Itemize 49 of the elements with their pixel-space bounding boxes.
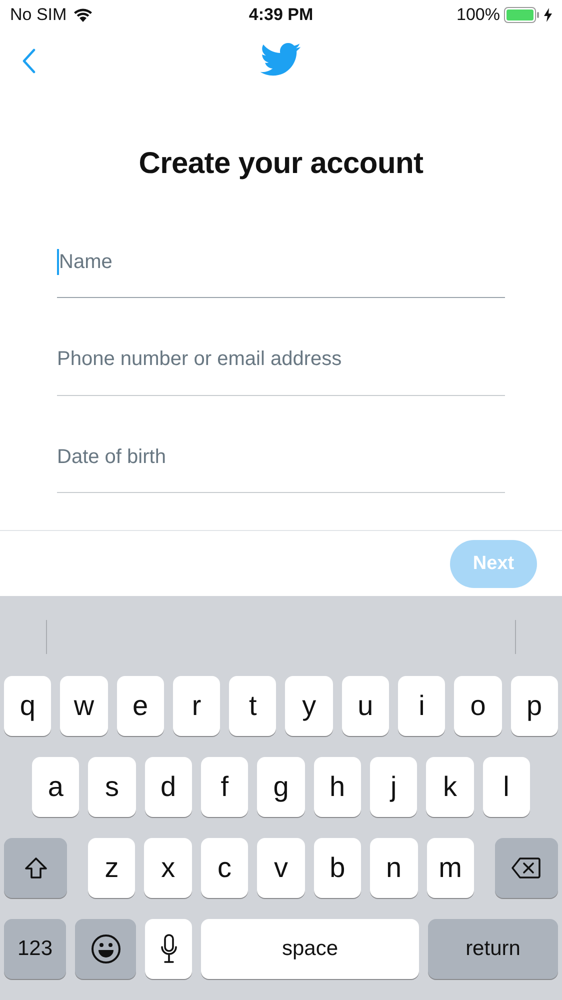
letter-key[interactable]: c <box>200 838 248 898</box>
space-key[interactable]: space <box>201 919 419 979</box>
letter-key[interactable]: y <box>285 676 333 736</box>
letter-key[interactable]: o <box>454 676 502 736</box>
shift-key[interactable] <box>4 838 67 898</box>
wifi-icon <box>72 7 93 22</box>
letter-key[interactable]: x <box>144 838 192 898</box>
letter-key[interactable]: r <box>172 676 220 736</box>
letter-key[interactable]: n <box>370 838 418 898</box>
letter-key[interactable]: m <box>426 838 474 898</box>
letter-key[interactable]: q <box>4 676 52 736</box>
letter-key[interactable]: p <box>510 676 558 736</box>
letter-key[interactable]: f <box>200 757 248 817</box>
letter-key[interactable]: u <box>342 676 390 736</box>
letter-key[interactable]: z <box>88 838 136 898</box>
input-field[interactable]: Phone number or email address <box>57 328 505 396</box>
letter-key[interactable]: w <box>60 676 108 736</box>
battery-icon <box>504 6 540 23</box>
letter-key[interactable]: h <box>314 757 361 817</box>
backspace-icon <box>511 857 542 879</box>
letter-key[interactable]: k <box>426 757 474 817</box>
battery-percent: 100% <box>456 4 500 25</box>
shift-icon <box>24 857 48 879</box>
letter-key[interactable]: d <box>144 757 192 817</box>
letter-key[interactable]: s <box>88 757 136 817</box>
letter-key[interactable]: t <box>229 676 276 736</box>
letter-key[interactable]: i <box>398 676 446 736</box>
emoji-key[interactable] <box>75 919 136 979</box>
smiley-icon <box>90 934 120 964</box>
letter-key[interactable]: g <box>257 757 305 817</box>
carrier-text: No SIM <box>10 4 67 25</box>
letter-key[interactable]: j <box>370 757 418 817</box>
letter-key[interactable]: v <box>257 838 305 898</box>
letter-key[interactable]: b <box>314 838 362 898</box>
numbers-key[interactable]: 123 <box>4 919 66 979</box>
text-cursor <box>57 248 59 275</box>
page-title: Create your account <box>138 146 424 181</box>
microphone-key[interactable] <box>145 919 192 979</box>
input-field[interactable]: Name <box>57 230 505 298</box>
letter-key[interactable]: l <box>482 757 530 817</box>
letter-key[interactable]: a <box>32 757 80 817</box>
delete-key[interactable] <box>494 838 558 898</box>
letter-key[interactable]: e <box>116 676 164 736</box>
return-key[interactable]: return <box>428 919 558 979</box>
clock-time: 4:39 PM <box>248 4 314 25</box>
input-field[interactable]: Date of birth <box>57 426 505 494</box>
microphone-icon <box>160 934 178 964</box>
bird-icon <box>260 43 302 78</box>
back-icon[interactable] <box>22 48 36 74</box>
